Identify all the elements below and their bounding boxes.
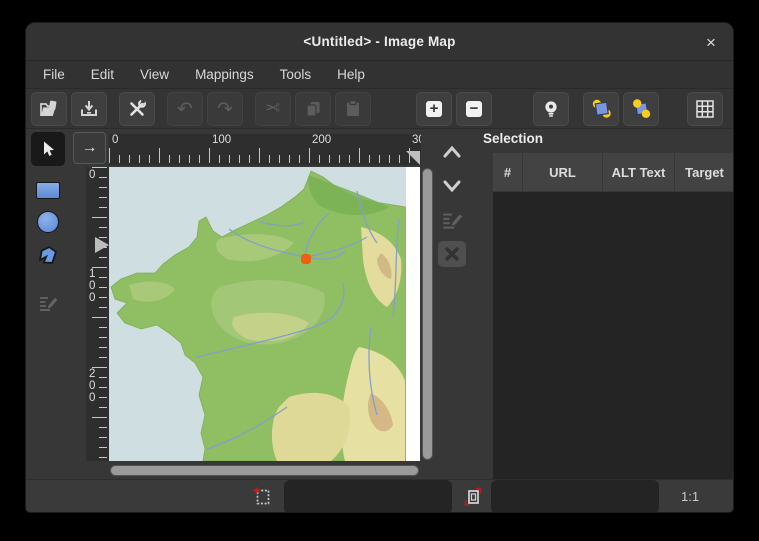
statusbar: 1:1 [26,479,733,513]
circle-shape-icon [37,211,59,233]
image-canvas[interactable] [109,167,420,461]
paste-button[interactable] [335,92,371,126]
vertical-scrollbar[interactable] [422,168,433,460]
delete-x-icon [442,244,462,264]
edit-area-info-tool-button[interactable] [31,286,65,320]
horizontal-scrollbar[interactable] [110,465,419,476]
edit-pencil-icon [440,208,464,232]
dimensions-icon [463,487,483,507]
selection-table-header: # URL ALT Text Target [493,153,733,191]
copy-button[interactable] [295,92,331,126]
save-button[interactable] [71,92,107,126]
copy-icon [303,99,323,119]
column-header-target[interactable]: Target [675,153,733,191]
menu-mappings[interactable]: Mappings [182,63,267,86]
arrow-cursor-icon [38,139,58,159]
zoom-ratio-label: 1:1 [681,489,699,504]
cut-scissors-icon: ✂ [265,98,280,119]
window-title: <Untitled> - Image Map [303,34,455,49]
paste-clipboard-icon [343,99,363,119]
area-list-toggle-button[interactable] [533,92,569,126]
polygon-tool-button[interactable] [31,238,65,272]
send-to-back-icon [631,98,652,119]
v-ruler-label-0: 0 [89,169,98,181]
h-ruler-label-200: 200 [312,134,331,146]
column-header-url[interactable]: URL [523,153,603,191]
circle-tool-button[interactable] [31,205,65,239]
v-ruler-label-100: 100 [89,268,98,304]
dimensions-field [491,480,659,513]
column-header-alttext[interactable]: ALT Text [603,153,675,191]
cut-button[interactable]: ✂ [255,92,291,126]
close-icon: × [706,34,716,51]
selection-table: # URL ALT Text Target [493,153,733,479]
main-area: → 0 100 200 300 0 100 200 [26,129,733,479]
v-ruler-position-marker [95,237,109,253]
menu-edit[interactable]: Edit [78,63,127,86]
h-ruler-label-100: 100 [212,134,231,146]
redo-button[interactable]: ↷ [207,92,243,126]
cursor-position-icon [253,487,272,507]
save-icon [79,100,99,118]
grid-button[interactable] [687,92,723,126]
h-ruler-label-0: 0 [112,134,118,146]
open-button[interactable] [31,92,67,126]
zoom-out-button[interactable]: − [456,92,492,126]
polygon-shape-icon [37,244,59,266]
selection-table-body[interactable] [493,192,733,479]
ruler-origin-button[interactable]: → [73,132,106,164]
v-ruler-label-200: 200 [89,368,98,404]
column-header-number[interactable]: # [493,153,523,191]
menu-tools[interactable]: Tools [267,63,325,86]
menu-file[interactable]: File [30,63,78,86]
menu-view[interactable]: View [127,63,182,86]
chevron-up-icon [441,143,463,161]
imagemap-window: <Untitled> - Image Map × File Edit View … [25,22,734,513]
edit-pencil-icon [37,292,59,314]
zoom-in-button[interactable]: + [416,92,452,126]
redo-icon: ↷ [217,98,233,120]
lightbulb-icon [541,99,561,119]
move-to-front-button[interactable] [583,92,619,126]
h-ruler-major-ticks [109,148,421,163]
close-button[interactable]: × [699,30,723,54]
paris-marker-dot [301,254,311,264]
rectangle-shape-icon [36,182,60,199]
zoom-in-icon: + [430,101,439,116]
cursor-position-field [284,480,452,513]
edit-area-button[interactable] [438,207,466,233]
horizontal-ruler: 0 100 200 300 [109,134,421,165]
toolbar: ↶ ↷ ✂ + − [26,89,733,129]
move-to-front-icon [591,98,612,119]
chevron-down-icon [441,177,463,195]
move-area-up-button[interactable] [438,139,466,165]
zoom-out-icon: − [470,101,479,116]
rectangle-tool-button[interactable] [31,173,65,207]
menubar: File Edit View Mappings Tools Help [26,61,733,89]
delete-area-button[interactable] [438,241,466,267]
tools-wrench-icon [127,99,147,119]
selection-panel-title: Selection [483,131,543,146]
undo-icon: ↶ [177,98,193,120]
open-file-icon [39,100,59,118]
h-ruler-label-300: 300 [412,134,421,146]
v-ruler-major-ticks [92,167,107,461]
arrow-right-icon: → [82,139,98,157]
move-area-down-button[interactable] [438,173,466,199]
france-map-image[interactable] [109,167,406,461]
undo-button[interactable]: ↶ [167,92,203,126]
vertical-ruler: 0 100 200 [86,167,109,461]
arrow-select-tool-button[interactable] [31,132,65,166]
send-to-back-button[interactable] [623,92,659,126]
h-ruler-position-marker [406,151,420,165]
preferences-button[interactable] [119,92,155,126]
menu-help[interactable]: Help [324,63,378,86]
titlebar[interactable]: <Untitled> - Image Map × [26,23,733,61]
grid-icon [695,99,715,119]
